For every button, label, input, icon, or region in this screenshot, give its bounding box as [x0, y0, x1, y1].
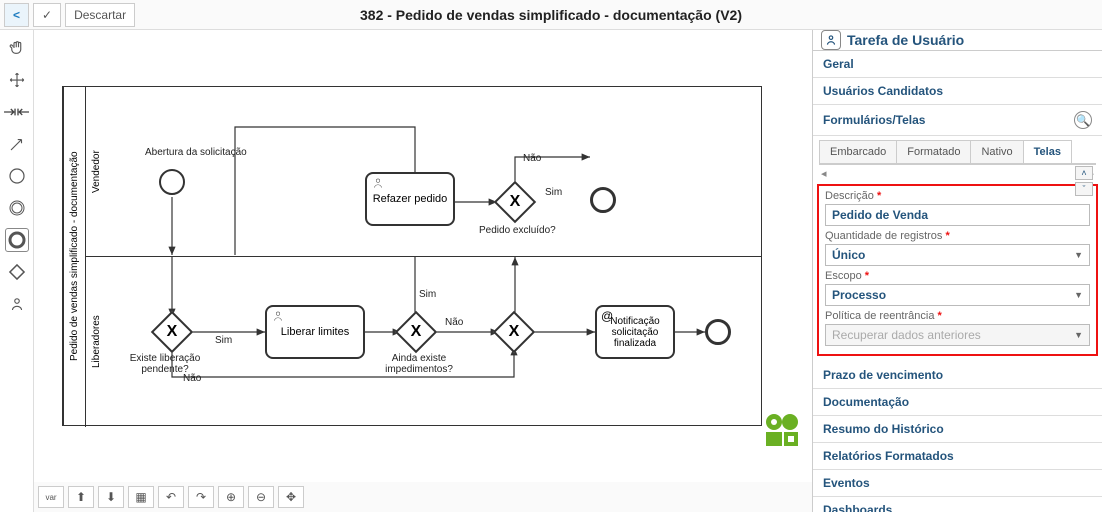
properties-panel: Tarefa de Usuário Geral Usuários Candida… [812, 30, 1102, 512]
acc-geral[interactable]: Geral [813, 51, 1102, 78]
start-label: Abertura da solicitação [145, 147, 247, 158]
redo-button[interactable]: ↷ [188, 486, 214, 508]
fit-button[interactable]: ✥ [278, 486, 304, 508]
start-event[interactable] [159, 169, 185, 195]
download-button[interactable]: ⬇ [98, 486, 124, 508]
confirm-button[interactable]: ✓ [33, 3, 61, 27]
gw-liberacao[interactable]: X [151, 311, 193, 353]
gw2-label: Ainda existe impedimentos? [379, 353, 459, 375]
acc-resumo[interactable]: Resumo do Histórico [813, 416, 1102, 443]
escopo-select[interactable]: Processo▼ [825, 284, 1090, 306]
task-liberar-label: Liberar limites [281, 326, 349, 338]
lane2-title: Liberadores [85, 257, 107, 427]
gw3-no: Não [523, 153, 541, 164]
acc-formularios-label: Formulários/Telas [823, 113, 925, 127]
tab-formatado[interactable]: Formatado [896, 140, 971, 163]
form-list[interactable]: ˄ ˇ [819, 164, 1096, 165]
end-event-1[interactable] [590, 187, 616, 213]
end-event-2[interactable] [705, 319, 731, 345]
bpmn-canvas[interactable]: Pedido de vendas simplificado - document… [34, 30, 812, 482]
pol-select[interactable]: Recuperar dados anteriores▼ [825, 324, 1090, 346]
highlighted-fields: Descrição * Pedido de Venda Quantidade d… [817, 184, 1098, 356]
lane-liberadores[interactable]: Liberadores X Existe liberação pendente [85, 257, 761, 427]
task-notificacao[interactable]: @ Notificação solicitação finalizada [595, 305, 675, 359]
acc-formularios[interactable]: Formulários/Telas 🔍 [813, 105, 1102, 136]
gw1-yes: Sim [215, 335, 232, 346]
zoom-in-button[interactable]: ⊕ [218, 486, 244, 508]
page-title: 382 - Pedido de vendas simplificado - do… [0, 7, 1102, 23]
panel-title: Tarefa de Usuário [847, 32, 964, 48]
lane-vendedor[interactable]: Vendedor Abertura da solicitação Refazer… [85, 87, 761, 257]
pol-label: Política de reentrância [825, 310, 934, 322]
vars-button[interactable]: var [38, 486, 64, 508]
form-tabs: Embarcado Formatado Nativo Telas [819, 140, 1096, 164]
acc-usuarios[interactable]: Usuários Candidatos [813, 78, 1102, 105]
user-task-icon[interactable] [5, 292, 29, 316]
search-icon[interactable]: 🔍 [1074, 111, 1092, 129]
gw3-label: Pedido excluído? [479, 225, 556, 236]
pool[interactable]: Pedido de vendas simplificado - document… [62, 86, 762, 426]
acc-eventos[interactable]: Eventos [813, 470, 1102, 497]
qtd-label: Quantidade de registros [825, 230, 942, 242]
move-tool-icon[interactable] [5, 68, 29, 92]
acc-relatorios[interactable]: Relatórios Formatados [813, 443, 1102, 470]
task-refazer[interactable]: Refazer pedido [365, 172, 455, 226]
start-event-icon[interactable] [5, 164, 29, 188]
lane1-title: Vendedor [85, 87, 107, 256]
arrow-tool-icon[interactable] [5, 132, 29, 156]
gateway-icon[interactable] [5, 260, 29, 284]
gw-impedimentos[interactable]: X [395, 311, 437, 353]
discard-button[interactable]: Descartar [65, 3, 135, 27]
hand-tool-icon[interactable] [5, 36, 29, 60]
gw1-label: Existe liberação pendente? [125, 353, 205, 375]
task-refazer-label: Refazer pedido [373, 193, 448, 205]
zoom-out-button[interactable]: ⊖ [248, 486, 274, 508]
logo-icon [762, 410, 802, 450]
back-button[interactable]: < [4, 3, 29, 27]
gw-merge[interactable]: X [493, 311, 535, 353]
gw2-yes: Sim [419, 289, 436, 300]
acc-documentacao[interactable]: Documentação [813, 389, 1102, 416]
upload-button[interactable]: ⬆ [68, 486, 94, 508]
undo-button[interactable]: ↶ [158, 486, 184, 508]
move-up-icon[interactable]: ˄ [1075, 166, 1093, 180]
image-button[interactable]: ▦ [128, 486, 154, 508]
acc-prazo[interactable]: Prazo de vencimento [813, 362, 1102, 389]
user-task-panel-icon [821, 30, 841, 50]
gw3-yes: Sim [545, 187, 562, 198]
gw2-no: Não [445, 317, 463, 328]
chevron-down-icon: ▼ [1074, 330, 1083, 340]
chevron-down-icon: ▼ [1074, 290, 1083, 300]
desc-label: Descrição [825, 190, 874, 202]
end-event-icon[interactable] [5, 228, 29, 252]
bottom-toolbar: var ⬆ ⬇ ▦ ↶ ↷ ⊕ ⊖ ✥ [34, 482, 812, 512]
gw1-no: Não [183, 373, 201, 384]
intermediate-event-icon[interactable] [5, 196, 29, 220]
qtd-select[interactable]: Único▼ [825, 244, 1090, 266]
escopo-label: Escopo [825, 270, 862, 282]
tab-embarcado[interactable]: Embarcado [819, 140, 897, 163]
move-down-icon[interactable]: ˇ [1075, 182, 1093, 196]
tab-telas[interactable]: Telas [1023, 140, 1072, 163]
tool-palette: ⇥⇤ [0, 30, 34, 512]
acc-dashboards[interactable]: Dashboards [813, 497, 1102, 512]
chevron-down-icon: ▼ [1074, 250, 1083, 260]
pool-title: Pedido de vendas simplificado - document… [63, 87, 85, 425]
task-liberar[interactable]: Liberar limites [265, 305, 365, 359]
desc-input[interactable]: Pedido de Venda [825, 204, 1090, 226]
scroll-left-icon[interactable]: ◂ [821, 167, 827, 180]
tab-nativo[interactable]: Nativo [970, 140, 1023, 163]
gw-excluido[interactable]: X [494, 181, 536, 223]
align-tool-icon[interactable]: ⇥⇤ [5, 100, 29, 124]
